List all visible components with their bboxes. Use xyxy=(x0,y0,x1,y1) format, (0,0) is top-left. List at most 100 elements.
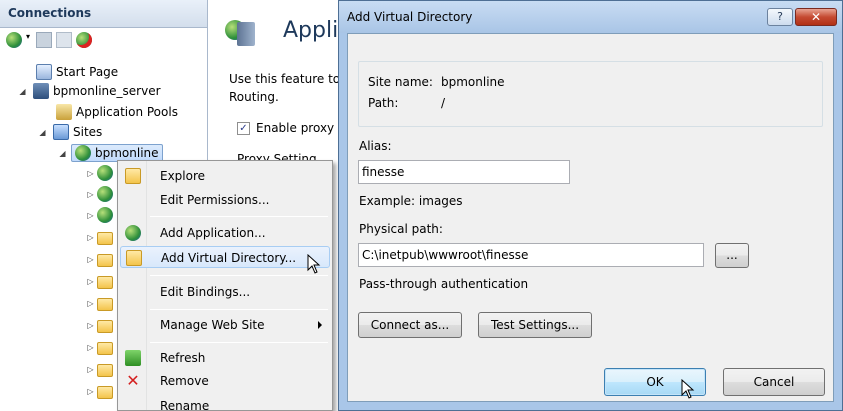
folder-icon xyxy=(97,253,113,267)
site-name-value: bpmonline xyxy=(441,75,505,89)
physical-path-label: Physical path: xyxy=(359,222,443,236)
up-icon[interactable] xyxy=(56,32,72,48)
tree-label: bpmonline xyxy=(95,146,159,160)
folder-icon xyxy=(97,341,113,355)
menu-item-edit-bindings[interactable]: Edit Bindings... xyxy=(120,281,330,303)
menu-item-explore[interactable]: Explore xyxy=(120,165,330,187)
folder-icon xyxy=(97,319,113,333)
feature-title: Applic xyxy=(283,18,340,43)
alias-input[interactable]: finesse xyxy=(358,160,570,184)
context-menu: Explore Edit Permissions... Add Applicat… xyxy=(117,160,333,411)
menu-item-edit-permissions[interactable]: Edit Permissions... xyxy=(120,189,330,211)
test-settings-button[interactable]: Test Settings... xyxy=(478,312,592,338)
expand-arrow-icon[interactable]: ▷ xyxy=(86,233,95,242)
dialog-titlebar[interactable]: Add Virtual Directory ? ✕ xyxy=(339,1,842,33)
menu-item-manage-web-site[interactable]: Manage Web Site xyxy=(120,314,330,336)
folder-icon xyxy=(97,385,113,399)
menu-label: Remove xyxy=(160,374,209,388)
tree-label: bpmonline_server xyxy=(53,84,161,98)
enable-proxy-checkbox-row[interactable]: ✓ Enable proxy xyxy=(237,121,334,135)
tree-item-app-pools[interactable]: Application Pools xyxy=(56,103,178,121)
passthrough-auth-label: Pass-through authentication xyxy=(359,277,529,291)
expand-arrow-icon[interactable]: ▷ xyxy=(86,277,95,286)
expand-arrow-icon[interactable]: ▷ xyxy=(86,343,95,352)
website-globe-icon xyxy=(75,145,91,161)
tree-label: Start Page xyxy=(56,65,119,79)
folder-icon xyxy=(97,363,113,377)
path-label: Path: xyxy=(368,96,399,110)
application-icon xyxy=(97,186,113,202)
mouse-pointer-icon xyxy=(307,254,321,274)
expand-arrow-icon[interactable]: ▷ xyxy=(86,169,95,178)
disconnect-icon[interactable] xyxy=(76,32,92,48)
expand-arrow-icon[interactable]: ▷ xyxy=(86,211,95,220)
tree-child-row[interactable]: ▷ xyxy=(86,206,113,224)
folder-icon xyxy=(97,231,113,245)
site-name-label: Site name: xyxy=(368,75,433,89)
menu-label: Edit Bindings... xyxy=(160,285,251,299)
help-button[interactable]: ? xyxy=(767,8,793,26)
tree-child-row[interactable]: ▷ xyxy=(86,382,113,400)
folder-icon xyxy=(97,275,113,289)
menu-label: Explore xyxy=(160,169,206,183)
tree-item-start-page[interactable]: Start Page xyxy=(36,63,118,81)
tree-child-row[interactable]: ▷ xyxy=(86,294,113,312)
menu-separator xyxy=(150,275,328,276)
enable-proxy-checkbox[interactable]: ✓ xyxy=(237,121,250,135)
remove-icon: ✕ xyxy=(126,371,140,390)
menu-item-rename[interactable]: Rename xyxy=(120,395,330,411)
submenu-arrow-icon xyxy=(318,321,322,329)
tree-child-row[interactable]: ▷ xyxy=(86,250,113,268)
connections-header: Connections xyxy=(0,0,207,28)
connect-as-button[interactable]: Connect as... xyxy=(358,312,462,338)
tree-label: Sites xyxy=(73,125,103,139)
expand-arrow-icon[interactable]: ▷ xyxy=(86,299,95,308)
description-line: Routing. xyxy=(229,90,279,104)
menu-item-add-virtual-directory[interactable]: Add Virtual Directory... xyxy=(120,246,330,268)
tree-item-server[interactable]: ◢ bpmonline_server xyxy=(18,82,161,100)
dropdown-arrow-icon[interactable]: ▾ xyxy=(26,32,32,48)
server-icon xyxy=(33,83,49,99)
dialog-body: Site name: bpmonline Path: / Alias: fine… xyxy=(347,33,834,402)
physical-path-input[interactable]: C:\inetpub\wwwroot\finesse xyxy=(358,243,704,267)
close-button[interactable]: ✕ xyxy=(795,8,837,26)
save-icon[interactable] xyxy=(36,32,52,48)
expand-arrow-icon[interactable]: ▷ xyxy=(86,321,95,330)
sites-icon xyxy=(53,124,69,140)
expand-arrow-icon[interactable]: ▷ xyxy=(86,190,95,199)
tree-child-row[interactable]: ▷ xyxy=(86,360,113,378)
menu-item-remove[interactable]: ✕ Remove xyxy=(120,370,330,392)
menu-label: Add Application... xyxy=(160,226,266,240)
folder-icon xyxy=(97,297,113,311)
mouse-pointer-icon xyxy=(681,379,695,399)
cancel-button[interactable]: Cancel xyxy=(723,368,825,396)
expand-arrow-icon[interactable]: ▷ xyxy=(86,387,95,396)
menu-label: Manage Web Site xyxy=(160,318,265,332)
menu-separator xyxy=(150,342,328,343)
tree-child-row[interactable]: ▷ xyxy=(86,316,113,334)
alias-example: Example: images xyxy=(359,194,463,208)
menu-separator xyxy=(150,216,328,217)
description-line: Use this feature to xyxy=(229,72,340,86)
path-value: / xyxy=(441,96,446,110)
dialog-title: Add Virtual Directory xyxy=(347,10,473,24)
tree-child-row[interactable]: ▷ xyxy=(86,272,113,290)
collapse-arrow-icon[interactable]: ◢ xyxy=(58,149,67,158)
tree-child-row[interactable]: ▷ xyxy=(86,164,113,182)
collapse-arrow-icon[interactable]: ◢ xyxy=(38,128,47,137)
expand-arrow-icon[interactable]: ▷ xyxy=(86,255,95,264)
menu-item-add-application[interactable]: Add Application... xyxy=(120,222,330,244)
browse-button[interactable]: ... xyxy=(715,243,749,268)
tree-label: Application Pools xyxy=(76,105,178,119)
menu-item-refresh[interactable]: Refresh xyxy=(120,347,330,369)
tree-child-row[interactable]: ▷ xyxy=(86,185,113,203)
tree-child-row[interactable]: ▷ xyxy=(86,228,113,246)
tree-item-sites[interactable]: ◢ Sites xyxy=(38,123,102,141)
collapse-arrow-icon[interactable]: ◢ xyxy=(18,87,27,96)
site-info-box: Site name: bpmonline Path: / xyxy=(358,61,823,127)
explore-icon xyxy=(125,168,141,184)
connect-globe-icon[interactable] xyxy=(6,32,22,48)
tree-child-row[interactable]: ▷ xyxy=(86,338,113,356)
expand-arrow-icon[interactable]: ▷ xyxy=(86,365,95,374)
application-icon xyxy=(97,207,113,223)
